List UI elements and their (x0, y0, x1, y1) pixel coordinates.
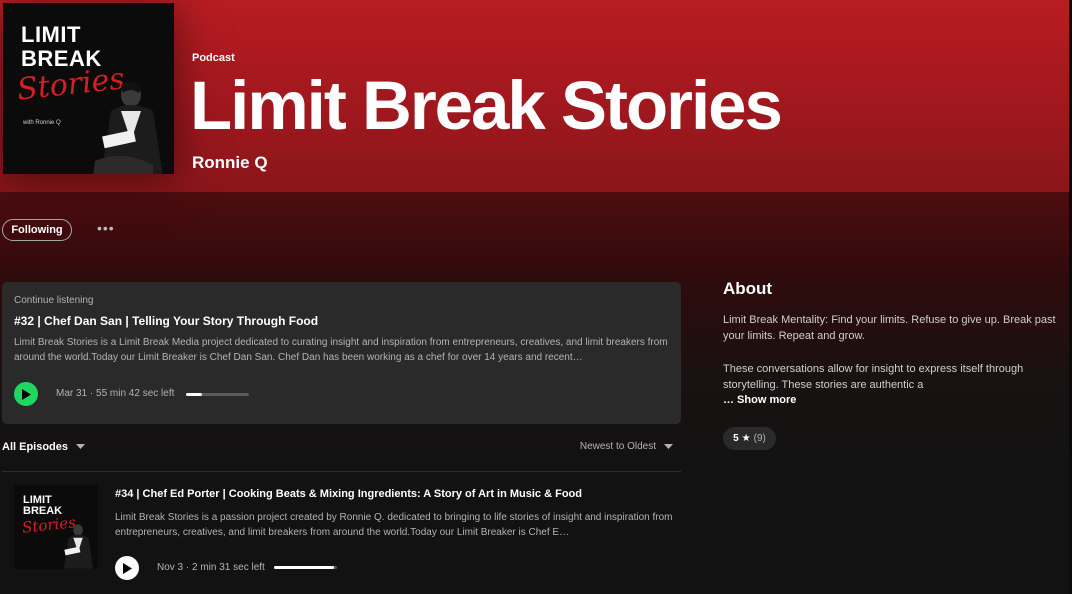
all-episodes-filter[interactable]: All Episodes (2, 441, 86, 453)
cover-byline: with Ronnie Q (23, 120, 61, 126)
more-options-button[interactable]: ••• (97, 220, 115, 236)
episode-description: Limit Break Stories is a passion project… (115, 512, 673, 538)
continue-listening-card[interactable]: Continue listening #32 | Chef Dan San | … (2, 282, 681, 424)
host-photo-icon (93, 81, 163, 174)
episode-progress-fill (274, 566, 334, 569)
play-button[interactable] (115, 556, 139, 580)
episode-title[interactable]: #32 | Chef Dan San | Telling Your Story … (14, 314, 318, 328)
cover-text-line1: LIMIT (21, 22, 81, 47)
rating-value: 5 (733, 433, 739, 444)
star-icon: ★ (741, 433, 751, 444)
continue-listening-label: Continue listening (14, 295, 94, 306)
episode-description: Limit Break Stories is a Limit Break Med… (14, 337, 668, 363)
chevron-down-icon (664, 443, 673, 449)
chevron-down-icon (76, 444, 86, 449)
rating-count: (9) (753, 433, 766, 444)
following-button[interactable]: Following (2, 219, 72, 241)
play-icon (22, 388, 31, 400)
all-episodes-label: All Episodes (2, 441, 69, 453)
about-paragraph: Limit Break Mentality: Find your limits.… (723, 314, 1056, 342)
content-type-label: Podcast (192, 52, 235, 64)
about-paragraph: These conversations allow for insight to… (723, 363, 1024, 391)
sort-dropdown[interactable]: Newest to Oldest (580, 441, 673, 452)
episode-title[interactable]: #34 | Chef Ed Porter | Cooking Beats & M… (115, 488, 582, 500)
host-photo-icon (63, 524, 94, 569)
podcast-author[interactable]: Ronnie Q (192, 153, 268, 173)
play-button[interactable] (14, 382, 38, 406)
podcast-cover-art: LIMIT BREAK Stories with Ronnie Q (3, 3, 174, 174)
sort-label: Newest to Oldest (579, 441, 656, 452)
episode-meta: Nov 3 · 2 min 31 sec left (157, 562, 265, 573)
episode-meta: Mar 31 · 55 min 42 sec left (56, 388, 175, 399)
show-more-link[interactable]: … Show more (723, 394, 796, 406)
episode-artwork[interactable]: LIMIT BREAK Stories (14, 485, 98, 569)
podcast-title: Limit Break Stories (190, 67, 783, 144)
list-divider (2, 471, 681, 472)
rating-badge[interactable]: 5 ★ (9) (723, 427, 776, 450)
episode-progress-bar (186, 393, 249, 396)
play-icon (123, 562, 132, 574)
about-heading: About (723, 279, 773, 298)
episode-progress-bar (274, 566, 337, 569)
episode-progress-fill (186, 393, 202, 396)
